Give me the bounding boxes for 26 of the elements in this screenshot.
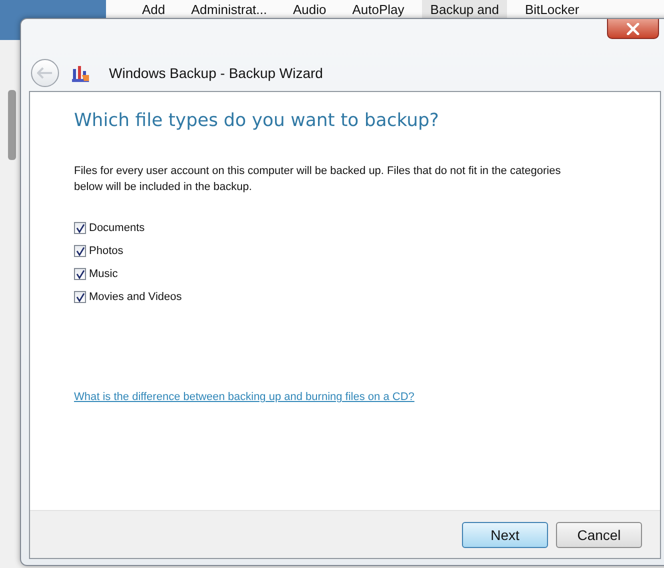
back-arrow-icon xyxy=(37,67,53,79)
back-button[interactable] xyxy=(31,59,59,87)
toolbar-item[interactable]: Backup and xyxy=(422,0,507,18)
dialog-button[interactable]: Next xyxy=(462,522,548,548)
toolbar-item[interactable]: Audio xyxy=(285,0,334,18)
help-link[interactable]: What is the difference between backing up and burning files on a CD? xyxy=(74,391,414,403)
scrollbar-thumb xyxy=(8,90,16,160)
toolbar-item[interactable]: Administrat... xyxy=(183,0,275,18)
description-text: Files for every user account on this computer will be backed up. Files that do not fit in the categories below will be included in the backup. xyxy=(74,164,562,195)
checkbox-label: Photos xyxy=(89,245,124,257)
page-heading: Which file types do you want to backup? xyxy=(74,110,440,131)
close-button[interactable] xyxy=(607,19,659,39)
backup-app-icon xyxy=(71,63,91,83)
dialog-button[interactable]: Cancel xyxy=(556,522,642,548)
checkbox-label: Movies and Videos xyxy=(89,291,182,303)
toolbar-item[interactable]: Add xyxy=(134,0,174,18)
checkbox-label: Documents xyxy=(89,222,145,234)
checkbox[interactable] xyxy=(74,222,86,234)
toolbar-item[interactable]: BitLocker xyxy=(516,0,588,18)
checkbox[interactable] xyxy=(74,245,86,257)
checkbox[interactable] xyxy=(74,268,86,280)
window-title: Windows Backup - Backup Wizard xyxy=(109,65,323,81)
checkbox-label: Music xyxy=(89,268,118,280)
toolbar-item[interactable]: AutoPlay xyxy=(344,0,412,18)
checkbox[interactable] xyxy=(74,291,86,303)
close-icon xyxy=(626,22,640,34)
